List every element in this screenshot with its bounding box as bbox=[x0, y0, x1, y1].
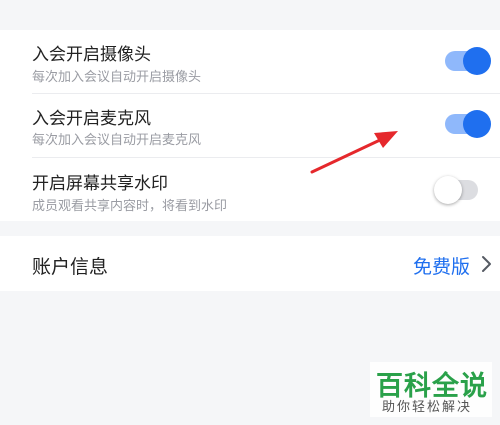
account-plan-value: 免费版 bbox=[412, 256, 470, 278]
mic-on-join-desc: 每次加入会议自动开启麦克风 bbox=[32, 133, 202, 148]
toggle-knob bbox=[463, 47, 491, 75]
site-watermark-logo: 百科全说 助你轻松解决 bbox=[370, 362, 492, 417]
share-watermark-row[interactable]: 开启屏幕共享水印 成员观看共享内容时，将看到水印 bbox=[0, 158, 500, 221]
toggle-knob bbox=[463, 110, 491, 138]
mic-on-join-title: 入会开启麦克风 bbox=[32, 109, 151, 129]
mic-on-join-row[interactable]: 入会开启麦克风 每次加入会议自动开启麦克风 bbox=[0, 94, 500, 157]
mic-on-join-toggle[interactable] bbox=[445, 110, 491, 138]
camera-on-join-toggle[interactable] bbox=[445, 47, 491, 75]
camera-on-join-desc: 每次加入会议自动开启摄像头 bbox=[32, 70, 202, 85]
toggle-knob bbox=[434, 176, 462, 204]
chevron-right-icon bbox=[482, 256, 491, 272]
share-watermark-title: 开启屏幕共享水印 bbox=[32, 174, 168, 194]
watermark-tagline: 助你轻松解决 bbox=[382, 400, 473, 415]
camera-on-join-title: 入会开启摄像头 bbox=[32, 45, 151, 65]
share-watermark-desc: 成员观看共享内容时，将看到水印 bbox=[32, 199, 228, 214]
account-info-row[interactable]: 账户信息 免费版 bbox=[0, 236, 500, 291]
account-info-label: 账户信息 bbox=[32, 256, 109, 278]
camera-on-join-row[interactable]: 入会开启摄像头 每次加入会议自动开启摄像头 bbox=[0, 30, 500, 93]
share-watermark-toggle[interactable] bbox=[434, 176, 478, 204]
